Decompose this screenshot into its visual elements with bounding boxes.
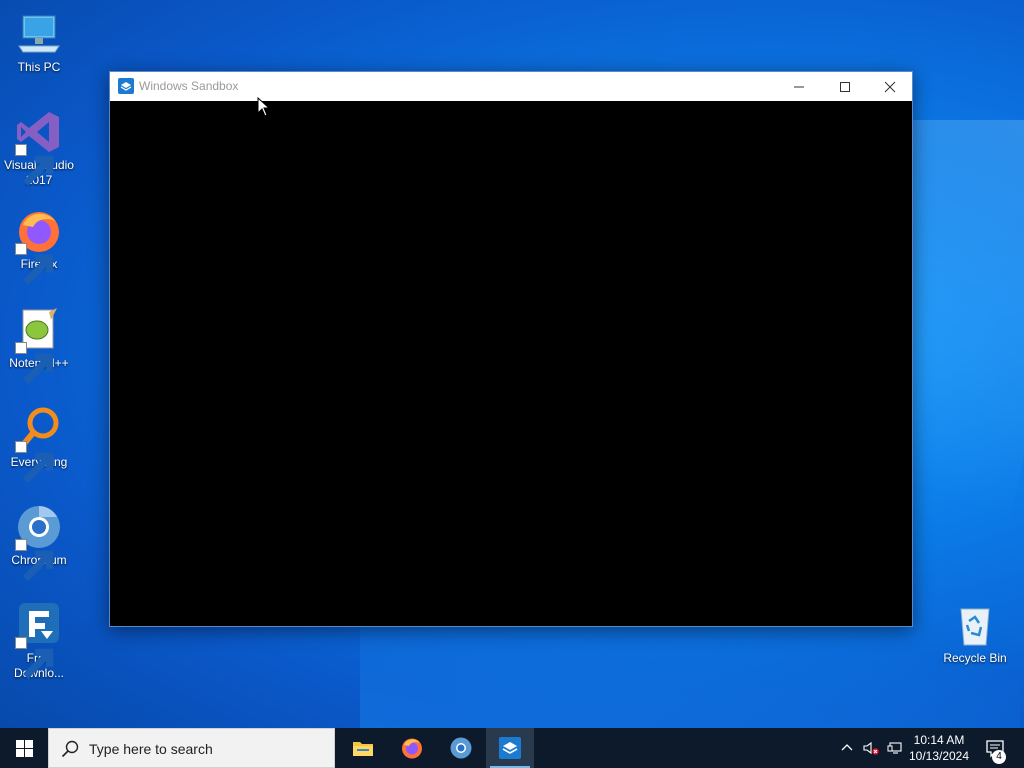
desktop-icon-label: This PC: [17, 60, 61, 74]
shortcut-arrow-icon: [15, 342, 54, 384]
windows-sandbox-icon: [499, 737, 521, 759]
maximize-button[interactable]: [822, 72, 868, 101]
clock-time: 10:14 AM: [913, 733, 965, 747]
this-pc-icon: [15, 10, 63, 58]
clock-date: 10/13/2024: [908, 749, 970, 763]
firefox-icon: [402, 738, 422, 759]
desktop-icon-this-pc[interactable]: This PC: [1, 10, 77, 75]
window-titlebar[interactable]: Windows Sandbox: [110, 72, 912, 101]
minimize-button[interactable]: [776, 72, 822, 101]
volume-button[interactable]: [860, 728, 882, 768]
windows-sandbox-icon: [118, 78, 134, 94]
recycle-bin-icon: [951, 601, 999, 649]
windows-logo-icon: [15, 739, 33, 757]
shortcut-arrow-icon: [15, 637, 54, 679]
close-icon: [884, 81, 896, 92]
desktop-icon-notepadpp[interactable]: Notepad++: [1, 306, 77, 384]
shortcut-arrow-icon: [15, 441, 54, 483]
shortcut-arrow-icon: [15, 144, 54, 186]
everything-icon: [15, 405, 63, 483]
search-icon: [61, 740, 79, 758]
notepadpp-icon: [15, 306, 63, 384]
visual-studio-icon: [15, 108, 63, 186]
taskbar-clock[interactable]: 10:14 AM 10/13/2024: [906, 732, 972, 764]
desktop-icon-firefox[interactable]: Firefox: [1, 207, 77, 285]
desktop-icon-everything[interactable]: Everything: [1, 405, 77, 483]
close-button[interactable]: [867, 72, 913, 101]
maximize-icon: [840, 81, 850, 92]
volume-muted-icon: [863, 741, 879, 755]
start-button[interactable]: [0, 728, 48, 768]
taskbar-app-file-explorer[interactable]: [339, 728, 387, 768]
desktop-icon-chromium[interactable]: Chromium: [1, 503, 77, 581]
desktop-icon-label: Recycle Bin: [943, 651, 1007, 665]
taskbar: Type here to search 10:14 AM 10/13/2024 …: [0, 728, 1024, 768]
network-button[interactable]: [884, 728, 906, 768]
shortcut-arrow-icon: [15, 243, 54, 285]
chromium-icon: [15, 503, 63, 581]
minimize-icon: [794, 86, 804, 87]
chromium-icon: [450, 737, 472, 759]
sandbox-display-area[interactable]: [110, 101, 912, 626]
firefox-icon: [15, 207, 63, 285]
window-title: Windows Sandbox: [139, 79, 239, 93]
mouse-cursor-icon: [257, 97, 271, 117]
search-placeholder: Type here to search: [89, 741, 213, 757]
desktop-icon-visual-studio[interactable]: Visual Studio 2017: [1, 108, 77, 188]
network-icon: [887, 742, 902, 754]
sandbox-window[interactable]: Windows Sandbox: [109, 71, 913, 627]
free-download-manager-icon: [15, 601, 63, 679]
notification-count-badge: 4: [992, 750, 1006, 764]
taskbar-app-chromium[interactable]: [437, 728, 485, 768]
file-explorer-icon: [353, 742, 373, 756]
show-hidden-icons-button[interactable]: [838, 728, 856, 768]
chevron-up-icon: [841, 744, 853, 751]
desktop-icon-recycle-bin[interactable]: Recycle Bin: [937, 601, 1013, 666]
taskbar-search-box[interactable]: Type here to search: [48, 728, 335, 768]
desktop-icon-free-download-manager[interactable]: Free Downlo...: [1, 601, 77, 681]
taskbar-app-firefox[interactable]: [388, 728, 436, 768]
taskbar-app-windows-sandbox[interactable]: [486, 728, 534, 768]
shortcut-arrow-icon: [15, 539, 54, 581]
